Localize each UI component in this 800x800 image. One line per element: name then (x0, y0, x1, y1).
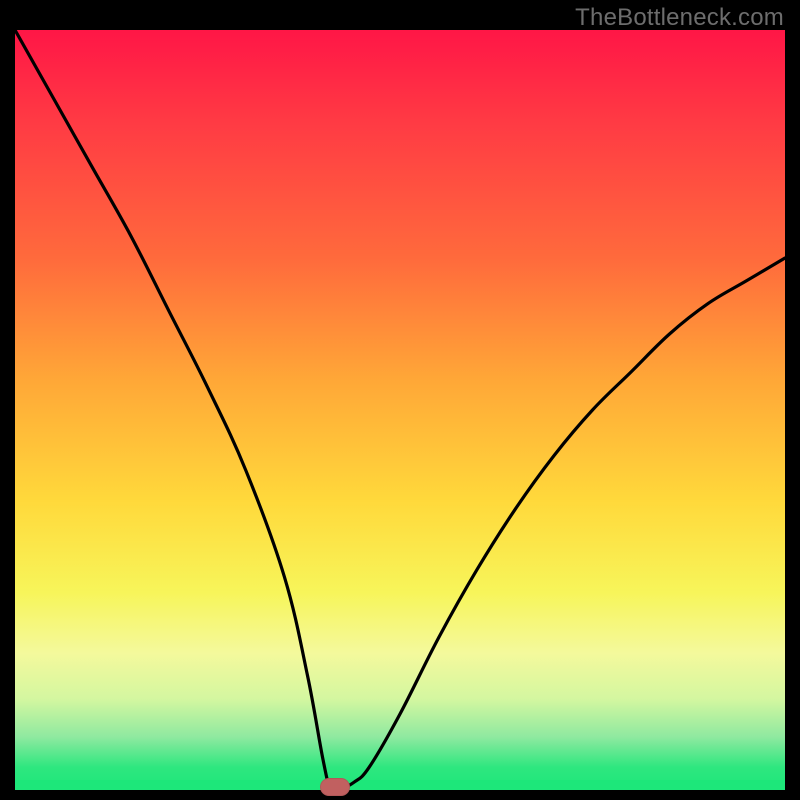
watermark-text: TheBottleneck.com (575, 4, 784, 32)
chart-baseline (15, 780, 785, 790)
chart-frame (15, 30, 785, 790)
chart-gradient-background (15, 30, 785, 790)
minimum-marker (320, 778, 350, 796)
